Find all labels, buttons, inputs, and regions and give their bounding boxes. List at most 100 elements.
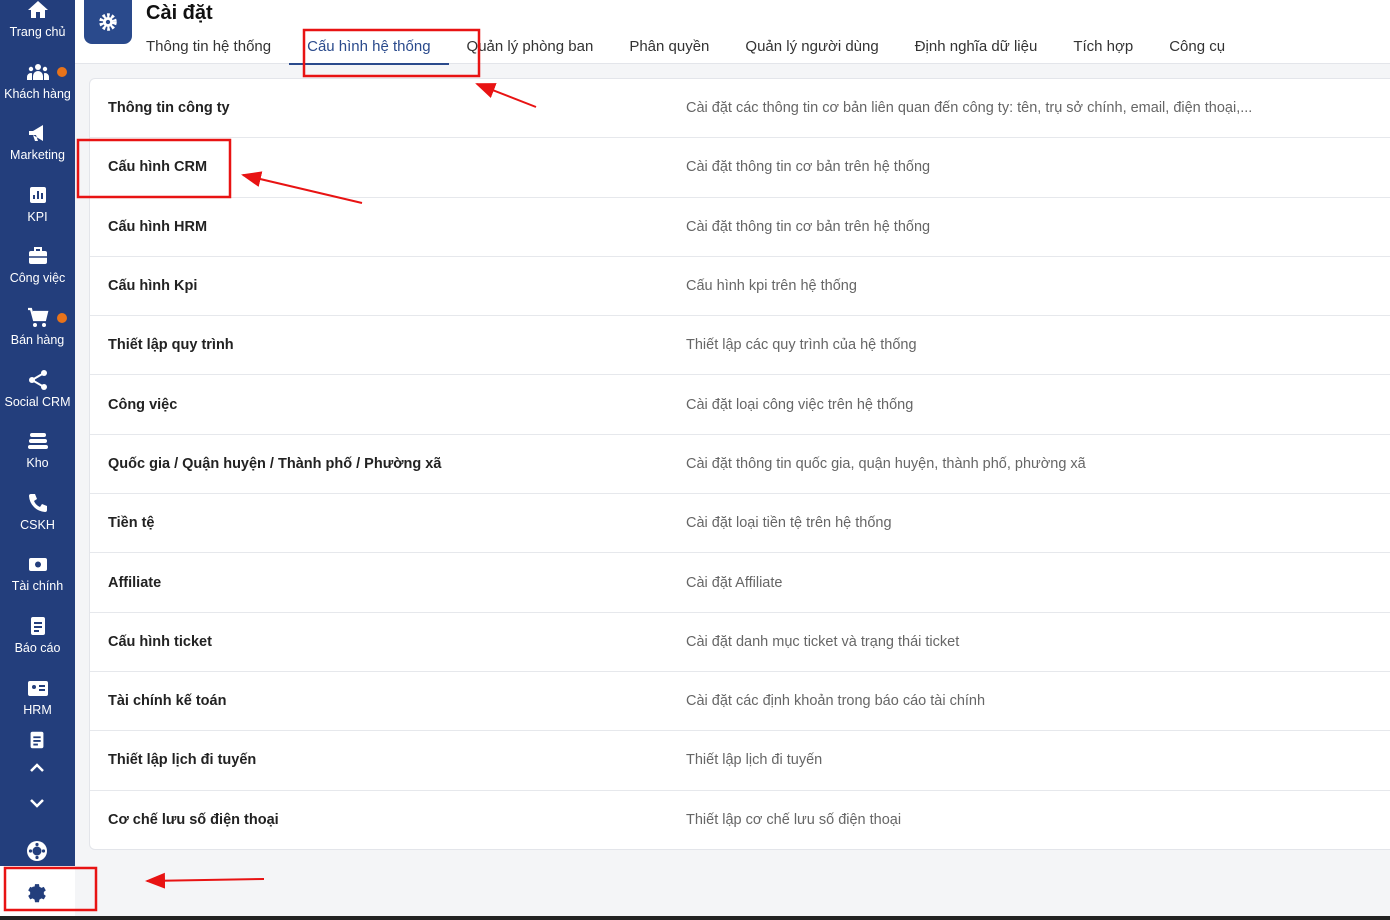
settings-row[interactable]: Affiliate Cài đặt Affiliate	[90, 553, 1390, 613]
settings-name[interactable]: Cấu hình HRM	[90, 219, 686, 235]
header: Cài đặt Thông tin hệ thống Cấu hình hệ th…	[75, 0, 1390, 65]
sidebar-item-6[interactable]: Social CRM	[0, 368, 75, 409]
settings-logo	[84, 0, 132, 44]
megaphone-icon	[28, 125, 43, 142]
settings-description: Cài đặt Affiliate	[686, 574, 783, 591]
tab-3[interactable]: Phân quyền	[629, 38, 709, 63]
tab-0[interactable]: Thông tin hệ thống	[146, 38, 271, 63]
sidebar-item-11[interactable]: HRM	[0, 676, 75, 717]
report-icon	[30, 617, 45, 635]
sidebar-item-10[interactable]: Báo cáo	[0, 614, 75, 655]
settings-name[interactable]: Cấu hình ticket	[90, 634, 686, 650]
settings-name[interactable]: Cơ chế lưu số điện thoại	[90, 812, 686, 828]
sidebar-item-1[interactable]: Khách hàng	[0, 60, 75, 101]
sidebar-item-label: CSKH	[20, 517, 55, 532]
settings-description: Cấu hình kpi trên hệ thống	[686, 278, 857, 295]
sidebar-item-3[interactable]: KPI	[0, 183, 75, 224]
sidebar-item-4[interactable]: Công việc	[0, 244, 75, 285]
settings-name[interactable]: Cấu hình CRM	[90, 159, 686, 175]
sidebar-item-9[interactable]: Tài chính	[0, 552, 75, 593]
settings-description: Thiết lập cơ chế lưu số điện thoại	[686, 812, 902, 829]
sidebar-item-label: Khách hàng	[4, 86, 71, 101]
settings-row[interactable]: Thiết lập lịch đi tuyến Thiết lập lịch đi…	[90, 731, 1390, 791]
sidebar-item-label: Tài chính	[11, 579, 64, 594]
money-icon	[28, 558, 47, 572]
settings-name[interactable]: Thông tin công ty	[90, 100, 686, 116]
tab-7[interactable]: Công cụ	[1169, 38, 1225, 63]
settings-name[interactable]: Cấu hình Kpi	[90, 278, 686, 294]
settings-row[interactable]: Cấu hình Kpi Cấu hình kpi trên hệ thống	[90, 257, 1390, 317]
phone-icon	[28, 493, 47, 512]
sidebar-item-label: Marketing	[10, 148, 65, 163]
sidebar-item-label: Social CRM	[4, 394, 71, 409]
gear-icon	[28, 884, 46, 903]
share-icon	[28, 369, 47, 390]
sidebar-item-label: Trang chủ	[9, 25, 66, 39]
annotation-arrow	[145, 872, 265, 889]
sidebar-item-8[interactable]: CSKH	[0, 491, 75, 532]
users-icon	[26, 63, 49, 80]
sidebar-item-2[interactable]: Marketing	[0, 121, 75, 162]
settings-name[interactable]: Quốc gia / Quận huyện / Thành phố / Phườ…	[90, 456, 686, 472]
sidebar: Trang chủ Khách hàng Marketing KPI Công …	[0, 0, 75, 866]
settings-name[interactable]: Thiết lập lịch đi tuyến	[90, 752, 686, 768]
tab-6[interactable]: Tích hợp	[1073, 38, 1133, 63]
sidebar-item-label: Báo cáo	[14, 641, 61, 655]
sidebar-item-7[interactable]: Kho	[0, 429, 75, 470]
sidebar-item-label: Bán hàng	[10, 333, 65, 347]
sidebar-item-0[interactable]: Trang chủ	[0, 0, 75, 39]
cart-icon	[27, 307, 48, 327]
settings-row[interactable]: Công việc Cài đặt loại công việc trên hệ …	[90, 375, 1390, 435]
sidebar-item-label: Công việc	[9, 271, 66, 286]
chevron-down-icon[interactable]	[29, 797, 45, 809]
sidebar-item-settings[interactable]	[0, 866, 75, 916]
settings-row[interactable]: Quốc gia / Quận huyện / Thành phố / Phườ…	[90, 435, 1390, 495]
briefcase-icon	[28, 247, 47, 265]
chart-icon	[29, 186, 46, 203]
settings-row[interactable]: Cơ chế lưu số điện thoại Thiết lập cơ chế…	[90, 791, 1390, 850]
sidebar-item-label: HRM	[23, 702, 52, 717]
settings-description: Cài đặt danh mục ticket và trạng thái ti…	[686, 633, 960, 650]
settings-description: Cài đặt loại tiền tệ trên hệ thống	[686, 515, 892, 532]
gear-icon	[99, 13, 117, 31]
settings-description: Thiết lập các quy trình của hệ thống	[686, 337, 917, 354]
sidebar-item-label: KPI	[27, 209, 48, 224]
settings-description: Cài đặt thông tin quốc gia, quận huyện, …	[686, 455, 1086, 472]
settings-name[interactable]: Thiết lập quy trình	[90, 337, 686, 353]
bottom-bar	[0, 916, 1390, 920]
id-card-icon	[27, 680, 48, 696]
notification-badge	[57, 66, 67, 77]
settings-row[interactable]: Cấu hình CRM Cài đặt thông tin cơ bản trê…	[90, 138, 1390, 198]
settings-row[interactable]: Tài chính kế toán Cài đặt các định khoản …	[90, 672, 1390, 732]
settings-name[interactable]: Tài chính kế toán	[90, 693, 686, 709]
tab-5[interactable]: Định nghĩa dữ liệu	[915, 38, 1038, 63]
settings-description: Cài đặt các định khoản trong báo cáo tài…	[686, 693, 986, 710]
tab-1[interactable]: Cấu hình hệ thống	[289, 38, 450, 65]
settings-row[interactable]: Thông tin công ty Cài đặt các thông tin c…	[90, 79, 1390, 139]
settings-name[interactable]: Affiliate	[90, 575, 686, 591]
settings-description: Cài đặt thông tin cơ bản trên hệ thống	[686, 218, 931, 235]
settings-description: Thiết lập lịch đi tuyến	[686, 752, 823, 769]
settings-description: Cài đặt thông tin cơ bản trên hệ thống	[686, 159, 931, 176]
notification-badge	[57, 313, 67, 323]
chevron-up-icon[interactable]	[29, 762, 45, 774]
settings-row[interactable]: Thiết lập quy trình Thiết lập các quy trì…	[90, 316, 1390, 376]
sidebar-item-label: Kho	[26, 456, 49, 471]
settings-name[interactable]: Tiền tệ	[90, 515, 686, 531]
settings-list: Thông tin công ty Cài đặt các thông tin c…	[89, 78, 1390, 850]
settings-description: Cài đặt loại công việc trên hệ thống	[686, 396, 914, 413]
tab-4[interactable]: Quản lý người dùng	[745, 38, 878, 63]
tab-2[interactable]: Quản lý phòng ban	[467, 38, 594, 63]
home-icon	[27, 1, 48, 18]
sidebar-item-5[interactable]: Bán hàng	[0, 306, 75, 347]
settings-row[interactable]: Cấu hình ticket Cài đặt danh mục ticket v…	[90, 613, 1390, 672]
document-icon	[30, 731, 44, 749]
tab-bar: Thông tin hệ thống Cấu hình hệ thống Quản …	[146, 38, 1261, 65]
settings-row[interactable]: Cấu hình HRM Cài đặt thông tin cơ bản trê…	[90, 198, 1390, 257]
page-title: Cài đặt	[146, 2, 213, 24]
settings-row[interactable]: Tiền tệ Cài đặt loại tiền tệ trên hệ thốn…	[90, 494, 1390, 554]
warehouse-icon	[27, 433, 48, 450]
settings-name[interactable]: Công việc	[90, 397, 686, 413]
settings-description: Cài đặt các thông tin cơ bản liên quan đ…	[686, 100, 1253, 117]
lifebuoy-icon[interactable]	[25, 839, 49, 863]
